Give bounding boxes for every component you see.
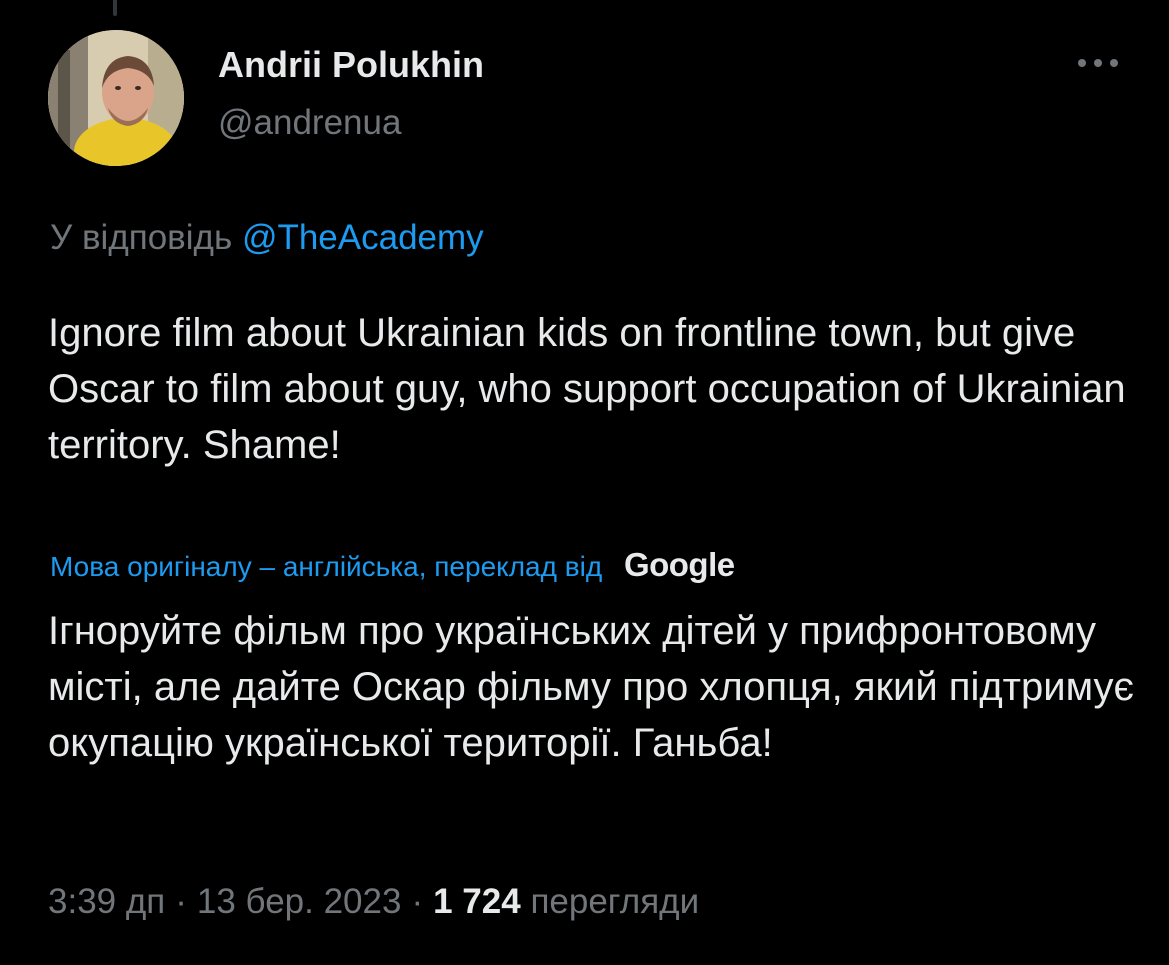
tweet-time[interactable]: 3:39 дп [48,882,165,921]
author-block: Andrii Polukhin @andrenua [218,44,484,144]
author-display-name[interactable]: Andrii Polukhin [218,44,484,86]
reply-context: У відповідь @TheAcademy [50,216,484,260]
translation-label: Мова оригіналу – англійська, переклад ві… [50,551,603,582]
views-count[interactable]: 1 724 [433,882,521,921]
avatar[interactable] [48,30,184,166]
meta-separator: · [175,882,187,921]
translated-text: Ігноруйте фільм про українських дітей у … [48,609,1134,765]
more-options-button[interactable] [1068,48,1128,78]
reply-prefix: У відповідь [50,218,233,257]
tweet-text: Ignore film about Ukrainian kids on fron… [48,311,1126,467]
views-label: перегляди [530,882,700,921]
profile-photo [48,30,184,166]
tweet-header: Andrii Polukhin @andrenua [48,30,1128,166]
google-logo: Google [623,546,735,583]
translation-attribution[interactable]: Мова оригіналу – англійська, переклад ві… [50,544,735,588]
thread-connector-line [113,0,117,16]
tweet-date[interactable]: 13 бер. 2023 [197,882,402,921]
author-handle[interactable]: @andrenua [218,102,484,144]
reply-mention-link[interactable]: @TheAcademy [242,218,484,257]
more-horizontal-icon [1078,59,1118,67]
meta-separator: · [411,882,424,921]
tweet-meta: 3:39 дп · 13 бер. 2023 · 1 724 перегляди [48,880,699,924]
